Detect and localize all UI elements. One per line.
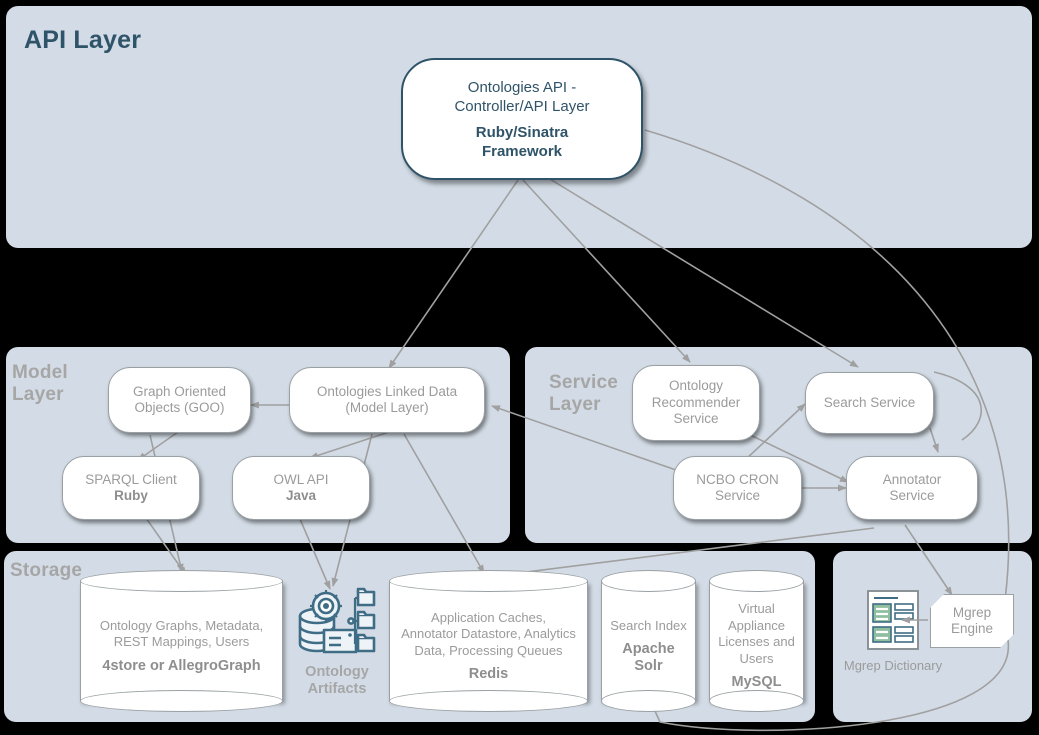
node-recommender-line2: Recommender: [651, 394, 741, 410]
panel-label-model-line1: Model: [12, 362, 68, 383]
node-ontologies-api-line2: Controller/API Layer: [454, 97, 590, 115]
panel-label-service: Service Layer: [549, 372, 618, 416]
node-cron-line1: NCBO CRON: [696, 471, 779, 487]
cylinder-top: [709, 570, 804, 592]
node-sparql-client[interactable]: SPARQL Client Ruby: [62, 456, 200, 520]
cylinder-solr-line1: Search Index: [610, 617, 687, 633]
node-search-service[interactable]: Search Service: [805, 372, 934, 434]
node-graph-oriented-objects[interactable]: Graph Oriented Objects (GOO): [108, 367, 251, 433]
node-ncbo-cron-service[interactable]: NCBO CRON Service: [673, 456, 802, 520]
panel-label-storage: Storage: [10, 560, 83, 581]
cylinder-apache-solr[interactable]: Search Index Apache Solr: [601, 570, 696, 712]
node-sparql-line1: SPARQL Client: [85, 471, 177, 487]
node-mgrep-engine-line2: Engine: [950, 621, 994, 636]
panel-label-model: Model Layer: [12, 362, 68, 406]
cylinder-mysql-line3: Licenses and: [718, 634, 795, 650]
node-old-line1: Ontologies Linked Data: [316, 383, 458, 399]
ontology-artifacts-caption-line2: Artifacts: [307, 681, 367, 697]
cylinder-redis-line2: Annotator Datastore, Analytics: [401, 626, 576, 641]
node-ontologies-api-line1: Ontologies API -: [467, 78, 577, 96]
panel-label-api: API Layer: [24, 26, 142, 54]
node-ontology-recommender-service[interactable]: Ontology Recommender Service: [632, 365, 760, 441]
node-goo-line1: Graph Oriented: [132, 383, 227, 399]
cylinder-mysql-bold: MySQL: [731, 674, 782, 691]
cylinder-solr-bold2: Solr: [634, 657, 663, 674]
node-sparql-bold: Ruby: [114, 488, 148, 503]
node-mgrep-engine-line1: Mgrep: [952, 604, 992, 620]
cylinder-redis-line3: Data, Processing Queues: [414, 642, 563, 658]
node-annotator-service[interactable]: Annotator Service: [846, 456, 978, 520]
node-mgrep-engine[interactable]: Mgrep Engine: [930, 594, 1014, 648]
cylinder-solr-label: Search Index Apache Solr: [605, 596, 692, 696]
node-ontologies-api-bold1: Ruby/Sinatra: [475, 123, 569, 141]
ontology-artifacts-icon: [298, 587, 376, 654]
cylinder-mysql[interactable]: Virtual Appliance Licenses and Users MyS…: [709, 570, 804, 712]
cylinder-redis[interactable]: Application Caches, Annotator Datastore,…: [389, 570, 588, 712]
cylinder-4store-line1: Ontology Graphs, Metadata,: [99, 617, 264, 633]
cylinder-4store-label: Ontology Graphs, Metadata, REST Mappings…: [84, 596, 279, 696]
panel-label-service-line1: Service: [549, 372, 619, 393]
mgrep-dictionary-icon: [867, 590, 919, 650]
node-recommender-line1: Ontology: [668, 378, 724, 394]
node-goo-line2: Objects (GOO): [134, 400, 225, 415]
node-ontologies-api-bold2: Framework: [481, 142, 563, 160]
cylinder-mysql-label: Virtual Appliance Licenses and Users MyS…: [713, 596, 800, 696]
panel-label-model-line2: Layer: [12, 384, 64, 405]
cylinder-mysql-line2: Appliance: [727, 617, 786, 633]
panel-label-service-line2: Layer: [549, 394, 601, 415]
cylinder-solr-bold1: Apache: [622, 641, 675, 658]
node-ontologies-linked-data[interactable]: Ontologies Linked Data (Model Layer): [289, 367, 485, 433]
diagram-canvas: API Layer Model Layer Service Layer Stor…: [0, 0, 1039, 735]
cylinder-4store-allegrograph[interactable]: Ontology Graphs, Metadata, REST Mappings…: [80, 570, 283, 712]
ontology-artifacts-group[interactable]: Ontology Artifacts: [292, 586, 382, 698]
cylinder-4store-bold: 4store or AllegroGraph: [102, 657, 261, 674]
cylinder-mysql-line4: Users: [739, 650, 774, 666]
cylinder-4store-line2: REST Mappings, Users: [113, 634, 250, 650]
mgrep-dictionary-group[interactable]: Mgrep Dictionary: [843, 589, 943, 674]
node-owlapi-bold: Java: [285, 488, 317, 503]
node-old-line2: (Model Layer): [345, 400, 429, 415]
node-ontologies-api[interactable]: Ontologies API - Controller/API Layer Ru…: [401, 58, 643, 180]
node-annotator-line2: Service: [889, 488, 935, 503]
cylinder-redis-bold: Redis: [468, 666, 509, 682]
node-owl-api[interactable]: OWL API Java: [232, 456, 370, 520]
ontology-artifacts-caption-line1: Ontology: [305, 664, 369, 680]
cylinder-top: [601, 570, 696, 592]
mgrep-dictionary-caption: Mgrep Dictionary: [843, 658, 943, 673]
node-annotator-line1: Annotator: [882, 471, 942, 487]
node-owlapi-line1: OWL API: [273, 471, 329, 487]
node-search-line1: Search Service: [823, 394, 916, 410]
cylinder-top: [389, 570, 588, 592]
cylinder-redis-label: Application Caches, Annotator Datastore,…: [393, 596, 584, 696]
node-recommender-line3: Service: [673, 411, 719, 427]
cylinder-mysql-line1: Virtual: [738, 601, 775, 617]
cylinder-top: [80, 570, 283, 592]
ontology-artifacts-caption: Ontology Artifacts: [305, 664, 369, 698]
node-cron-line2: Service: [714, 488, 760, 503]
cylinder-redis-line1: Application Caches,: [431, 609, 546, 625]
